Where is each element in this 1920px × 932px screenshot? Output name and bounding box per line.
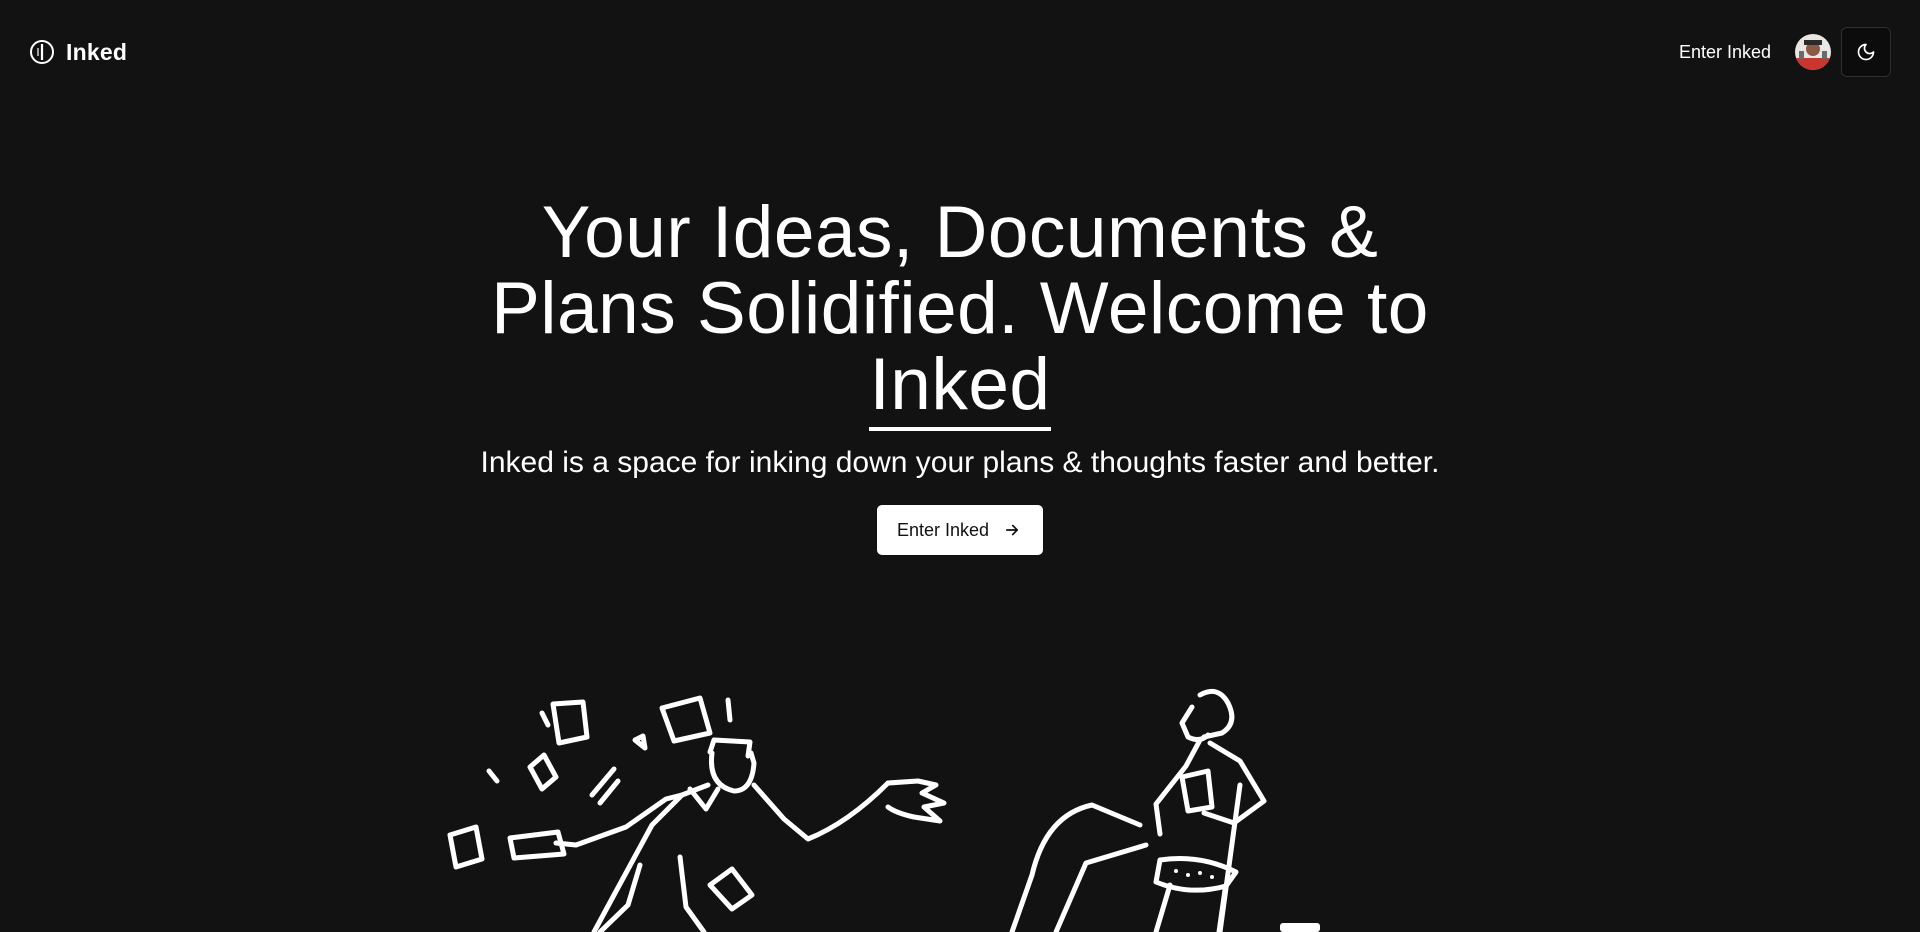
brand-link[interactable]: Inked — [29, 39, 127, 66]
document-logo-icon — [30, 40, 54, 64]
avatar[interactable] — [1795, 34, 1831, 70]
brand-name: Inked — [66, 38, 128, 65]
moon-icon — [1857, 43, 1875, 61]
hero-title-text: Your Ideas, Documents & Plans Solidified… — [491, 192, 1429, 349]
hero-title-highlight: Inked — [869, 344, 1051, 431]
arrow-right-icon — [1005, 524, 1019, 536]
navbar: Inked Enter Inked — [0, 0, 1920, 104]
enter-inked-link[interactable]: Enter Inked — [1679, 42, 1771, 63]
theme-toggle-button[interactable] — [1841, 27, 1891, 77]
hero-illustration — [447, 688, 1320, 932]
hero-subtitle: Inked is a space for inking down your pl… — [480, 446, 1440, 479]
enter-inked-button-label: Enter Inked — [896, 519, 990, 540]
enter-inked-button[interactable]: Enter Inked — [876, 505, 1044, 555]
hero-section: Your Ideas, Documents & Plans Solidified… — [0, 195, 1920, 555]
hero-title: Your Ideas, Documents & Plans Solidified… — [490, 192, 1430, 431]
nav-actions: Enter Inked — [1679, 27, 1891, 77]
